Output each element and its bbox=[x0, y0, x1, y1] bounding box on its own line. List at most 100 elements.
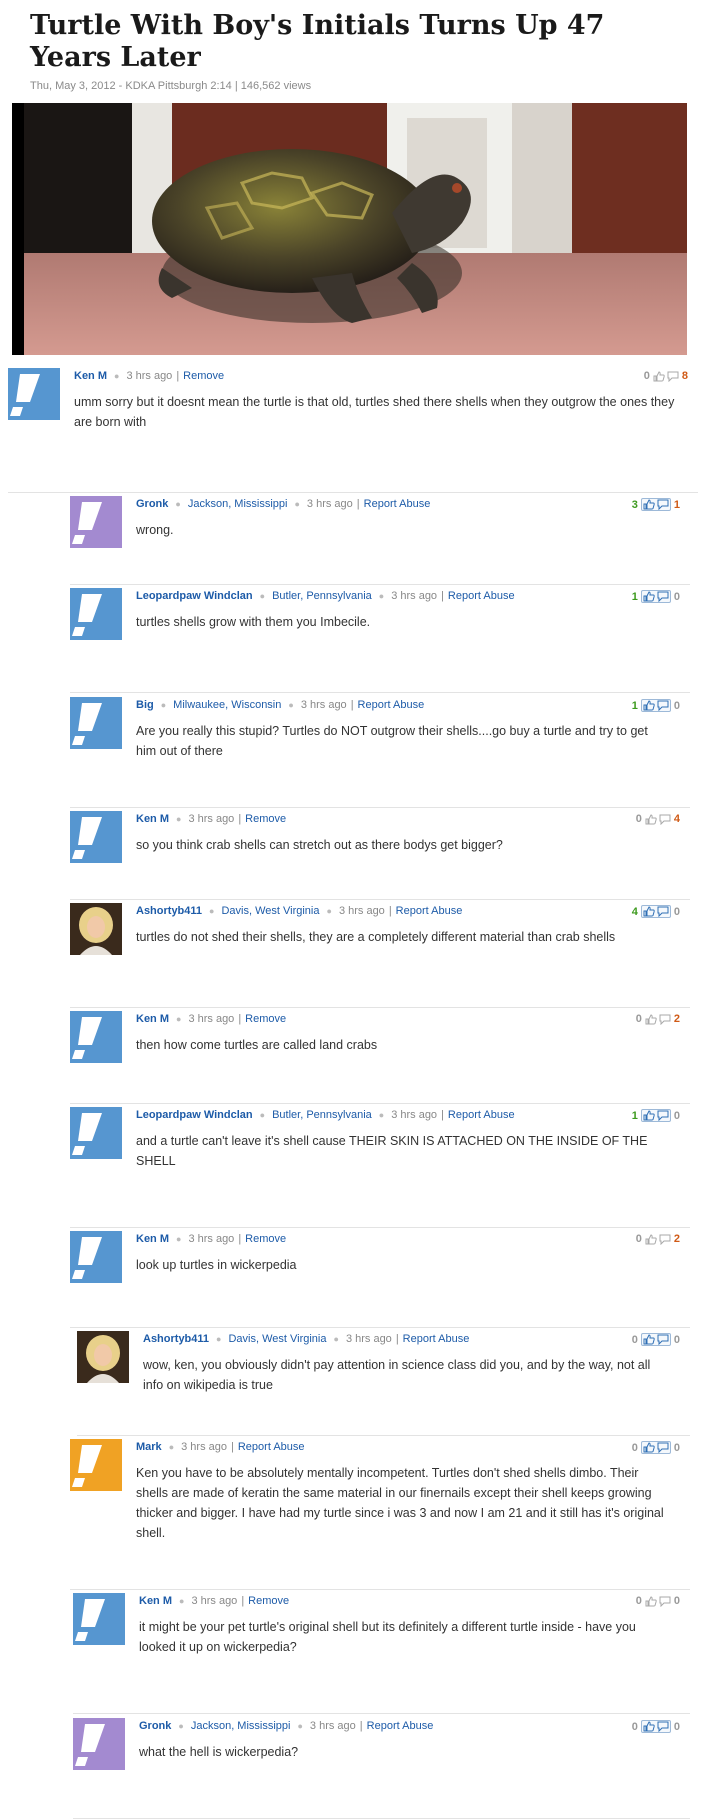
thumbs-up-icon[interactable] bbox=[653, 370, 665, 382]
thumbs-up-icon[interactable] bbox=[645, 1595, 657, 1607]
vote-controls: 00 bbox=[636, 1595, 680, 1607]
reply-bubble-icon[interactable] bbox=[667, 371, 679, 382]
reply-bubble-icon[interactable] bbox=[659, 1596, 671, 1607]
thumbs-up-icon[interactable] bbox=[645, 1013, 657, 1025]
default-avatar-icon[interactable] bbox=[70, 1231, 122, 1283]
comment-action-link[interactable]: Report Abuse bbox=[448, 1109, 515, 1121]
thumbs-up-icon[interactable] bbox=[643, 1334, 655, 1345]
user-photo-avatar[interactable] bbox=[70, 903, 122, 955]
comment-location[interactable]: Butler, Pennsylvania bbox=[272, 1109, 372, 1121]
comment-author[interactable]: Ken M bbox=[139, 1595, 172, 1607]
comment: Ken M ● 3 hrs ago | Remove it might be your p… bbox=[73, 1593, 690, 1714]
comment-text: it might be your pet turtle's original s… bbox=[139, 1620, 636, 1654]
vote-controls: 02 bbox=[636, 1013, 680, 1025]
thumbs-up-icon[interactable] bbox=[643, 1721, 655, 1732]
comment: Ken M ● 3 hrs ago | Remove look up turtles in… bbox=[70, 1231, 690, 1328]
comment-author[interactable]: Ashortyb411 bbox=[136, 905, 202, 917]
default-avatar-icon[interactable] bbox=[70, 697, 122, 749]
comment-text: umm sorry but it doesnt mean the turtle … bbox=[74, 395, 675, 429]
comment-header: Gronk ● Jackson, Mississippi ● 3 hrs ago | Rep… bbox=[139, 1718, 678, 1734]
default-avatar-icon[interactable] bbox=[70, 1011, 122, 1063]
separator-dot: ● bbox=[176, 1014, 182, 1024]
default-avatar-icon[interactable] bbox=[70, 1439, 122, 1491]
comment-location[interactable]: Butler, Pennsylvania bbox=[272, 590, 372, 602]
comment-action-link[interactable]: Report Abuse bbox=[364, 498, 431, 510]
comment-author[interactable]: Mark bbox=[136, 1441, 162, 1453]
vote-buttons bbox=[645, 1595, 671, 1607]
comment-author[interactable]: Gronk bbox=[136, 498, 168, 510]
comment-location[interactable]: Jackson, Mississippi bbox=[191, 1720, 291, 1732]
comment: Big ● Milwaukee, Wisconsin ● 3 hrs ago | Repor… bbox=[70, 697, 690, 808]
separator-dot: ● bbox=[288, 700, 294, 710]
thumbs-up-icon[interactable] bbox=[645, 1233, 657, 1245]
upvote-count: 4 bbox=[631, 905, 638, 918]
vote-controls: 02 bbox=[636, 1233, 680, 1245]
comment-action-link[interactable]: Report Abuse bbox=[448, 590, 515, 602]
thumbs-up-icon[interactable] bbox=[643, 906, 655, 917]
comment: Gronk ● Jackson, Mississippi ● 3 hrs ago | Rep… bbox=[70, 496, 690, 585]
comment-text: then how come turtles are called land cr… bbox=[136, 1038, 378, 1052]
comment-location[interactable]: Davis, West Virginia bbox=[221, 905, 319, 917]
default-avatar-icon[interactable] bbox=[73, 1718, 125, 1770]
reply-bubble-icon[interactable] bbox=[659, 1014, 671, 1025]
thumbs-up-icon[interactable] bbox=[643, 591, 655, 602]
thumbs-up-icon[interactable] bbox=[643, 1110, 655, 1121]
comment-action-link[interactable]: Report Abuse bbox=[396, 905, 463, 917]
comment-action-link[interactable]: Report Abuse bbox=[367, 1720, 434, 1732]
comment-text: wrong. bbox=[136, 523, 174, 537]
upvote-count: 0 bbox=[631, 1333, 638, 1346]
reply-bubble-icon[interactable] bbox=[657, 906, 669, 917]
reply-bubble-icon[interactable] bbox=[657, 1721, 669, 1732]
separator-pipe: | bbox=[238, 1013, 242, 1025]
default-avatar-icon[interactable] bbox=[8, 368, 60, 420]
default-avatar-icon[interactable] bbox=[73, 1593, 125, 1645]
comment-action-link[interactable]: Report Abuse bbox=[403, 1333, 470, 1345]
comment-author[interactable]: Leopardpaw Windclan bbox=[136, 590, 253, 602]
separator-pipe: | bbox=[395, 1333, 399, 1345]
reply-bubble-icon[interactable] bbox=[657, 1110, 669, 1121]
comment-author[interactable]: Leopardpaw Windclan bbox=[136, 1109, 253, 1121]
reply-bubble-icon[interactable] bbox=[657, 591, 669, 602]
reply-bubble-icon[interactable] bbox=[659, 1234, 671, 1245]
thumbs-up-icon[interactable] bbox=[643, 700, 655, 711]
comment-author[interactable]: Ken M bbox=[136, 1013, 169, 1025]
default-avatar-icon[interactable] bbox=[70, 588, 122, 640]
thumbs-up-icon[interactable] bbox=[643, 1442, 655, 1453]
comment-header: Ken M ● 3 hrs ago | Remove bbox=[136, 1231, 678, 1247]
separator-pipe: | bbox=[238, 1233, 242, 1245]
vote-controls: 40 bbox=[632, 905, 680, 918]
comment-author[interactable]: Ken M bbox=[74, 370, 107, 382]
comment-action-link[interactable]: Report Abuse bbox=[358, 699, 425, 711]
comment-action-link[interactable]: Remove bbox=[245, 813, 286, 825]
comment-action-link[interactable]: Report Abuse bbox=[238, 1441, 305, 1453]
comment-time: 3 hrs ago bbox=[188, 813, 235, 825]
upvote-count: 0 bbox=[635, 813, 642, 825]
comment-body: Ashortyb411 ● Davis, West Virginia ● 3 hrs a… bbox=[136, 903, 678, 947]
comment-author[interactable]: Big bbox=[136, 699, 154, 711]
thumbs-up-icon[interactable] bbox=[645, 813, 657, 825]
comment-author[interactable]: Ashortyb411 bbox=[143, 1333, 209, 1345]
separator-dot: ● bbox=[176, 814, 182, 824]
comment-action-link[interactable]: Remove bbox=[245, 1233, 286, 1245]
reply-bubble-icon[interactable] bbox=[657, 1334, 669, 1345]
default-avatar-icon[interactable] bbox=[70, 811, 122, 863]
comment-author[interactable]: Ken M bbox=[136, 813, 169, 825]
comment-body: Ken M ● 3 hrs ago | Remove umm sorry but it d… bbox=[74, 368, 686, 432]
comment-author[interactable]: Ken M bbox=[136, 1233, 169, 1245]
video-thumbnail[interactable] bbox=[12, 103, 687, 355]
default-avatar-icon[interactable] bbox=[70, 1107, 122, 1159]
comment-location[interactable]: Davis, West Virginia bbox=[228, 1333, 326, 1345]
comment-action-link[interactable]: Remove bbox=[248, 1595, 289, 1607]
comment-author[interactable]: Gronk bbox=[139, 1720, 171, 1732]
reply-bubble-icon[interactable] bbox=[657, 700, 669, 711]
user-photo-avatar[interactable] bbox=[77, 1331, 129, 1383]
comment-location[interactable]: Milwaukee, Wisconsin bbox=[173, 699, 281, 711]
thumbs-up-icon[interactable] bbox=[643, 499, 655, 510]
comment-action-link[interactable]: Remove bbox=[245, 1013, 286, 1025]
default-avatar-icon[interactable] bbox=[70, 496, 122, 548]
reply-bubble-icon[interactable] bbox=[657, 1442, 669, 1453]
comment-location[interactable]: Jackson, Mississippi bbox=[188, 498, 288, 510]
comment-action-link[interactable]: Remove bbox=[183, 370, 224, 382]
reply-bubble-icon[interactable] bbox=[659, 814, 671, 825]
reply-bubble-icon[interactable] bbox=[657, 499, 669, 510]
